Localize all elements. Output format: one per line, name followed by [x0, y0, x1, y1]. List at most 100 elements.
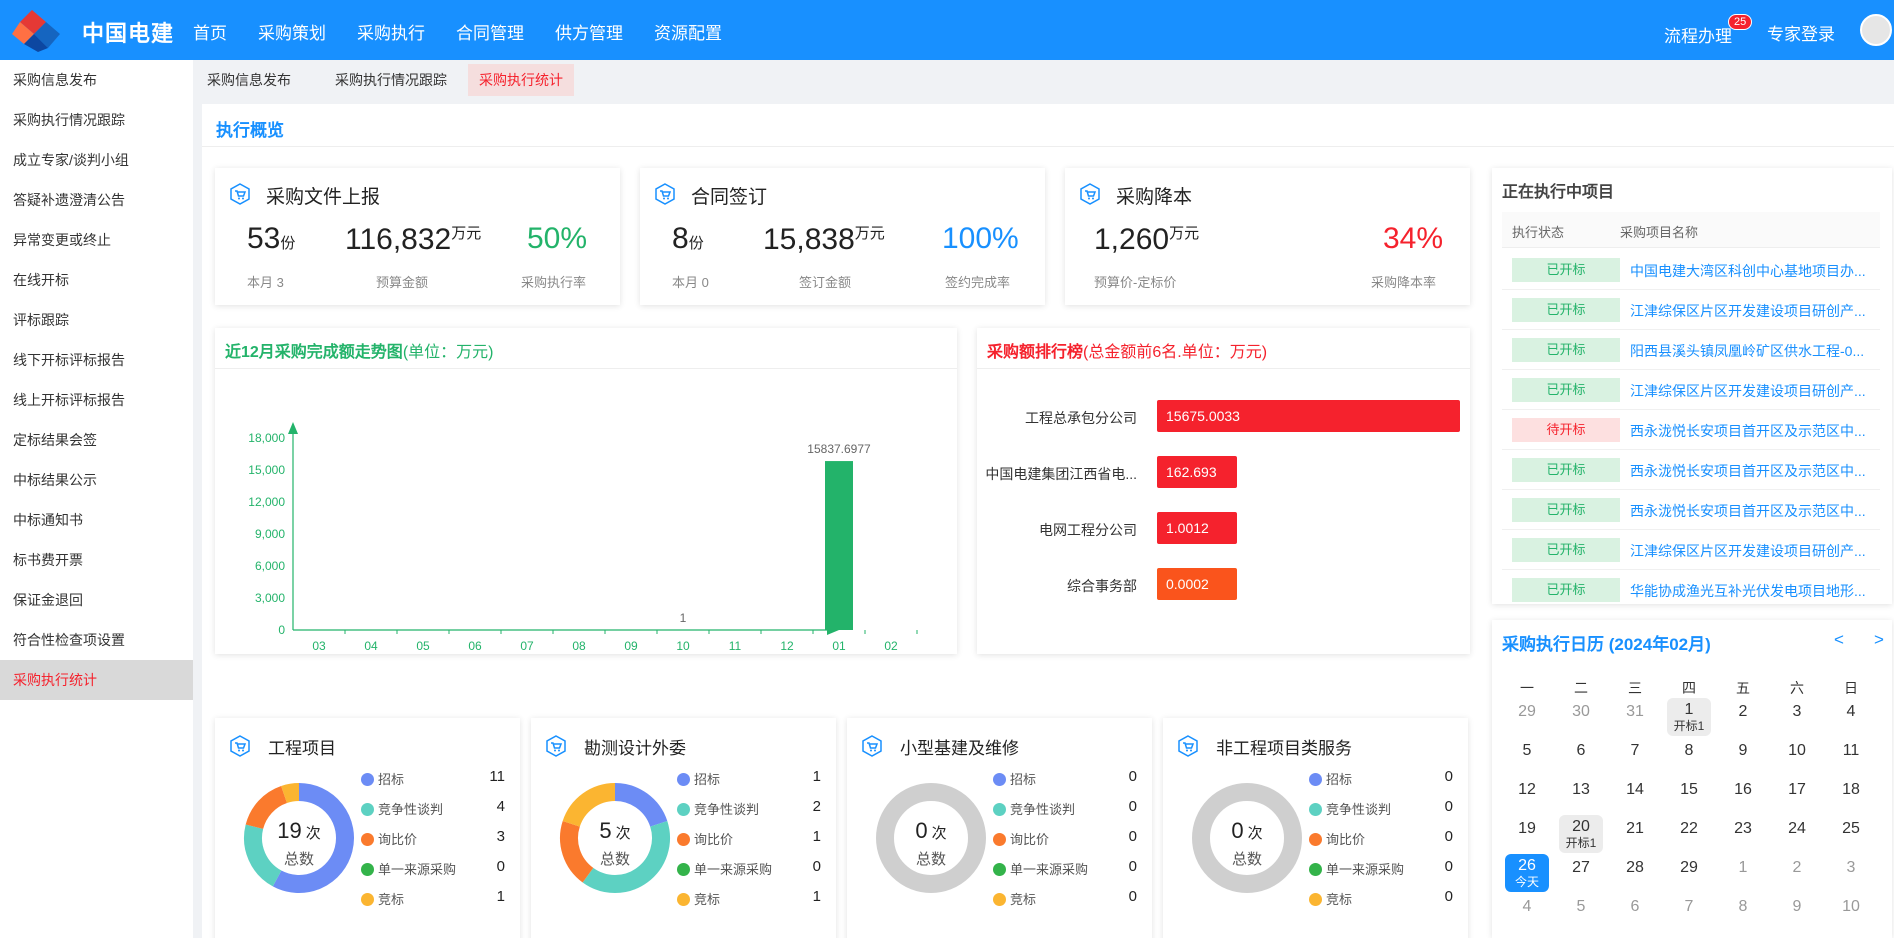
table-row[interactable]: 已开标 华能协成渔光互补光伏发电项目地形...: [1502, 570, 1880, 604]
calendar-day[interactable]: 10: [1775, 739, 1819, 775]
ranking-bar: 15675.0033: [1157, 400, 1460, 432]
nav-home[interactable]: 首页: [193, 19, 227, 44]
table-row[interactable]: 待开标 西永泷悦长安项目首开区及示范区中...: [1502, 410, 1880, 450]
calendar-day[interactable]: 15: [1667, 778, 1711, 814]
sidebar-item[interactable]: 采购执行情况跟踪: [0, 100, 193, 140]
calendar-day[interactable]: 6: [1559, 739, 1603, 775]
sidebar-item[interactable]: 成立专家/谈判小组: [0, 140, 193, 180]
table-row[interactable]: 已开标 阳西县溪头镇凤凰岭矿区供水工程-0...: [1502, 330, 1880, 370]
calendar-day[interactable]: 5: [1505, 739, 1549, 775]
calendar-day[interactable]: 18: [1829, 778, 1873, 814]
calendar-day[interactable]: 2: [1721, 700, 1765, 736]
sidebar-item[interactable]: 评标跟踪: [0, 300, 193, 340]
calendar-day[interactable]: 28: [1613, 856, 1657, 892]
calendar-day[interactable]: 7: [1613, 739, 1657, 775]
calendar-day[interactable]: 22: [1667, 817, 1711, 853]
x-tick-label: 05: [416, 639, 430, 653]
tab-info-publish[interactable]: 采购信息发布: [196, 64, 302, 96]
table-row[interactable]: 已开标 中国电建大湾区科创中心基地项目办...: [1502, 250, 1880, 290]
table-row[interactable]: 已开标 江津综保区片区开发建设项目研创产...: [1502, 290, 1880, 330]
calendar-day[interactable]: 5: [1559, 895, 1603, 931]
calendar-day[interactable]: 1 开标1: [1667, 698, 1711, 736]
avatar[interactable]: [1860, 14, 1892, 46]
nav-procurement-execution[interactable]: 采购执行: [357, 19, 425, 44]
calendar-day[interactable]: 21: [1613, 817, 1657, 853]
stat-amount: 1,260万元: [1094, 223, 1200, 256]
calendar-day[interactable]: 13: [1559, 778, 1603, 814]
calendar-day[interactable]: 2: [1775, 856, 1819, 892]
sidebar-item[interactable]: 标书费开票: [0, 540, 193, 580]
calendar-day[interactable]: 29: [1667, 856, 1711, 892]
calendar-day[interactable]: 17: [1775, 778, 1819, 814]
legend-label: 竞争性谈判: [378, 802, 444, 817]
calendar-day[interactable]: 30: [1559, 700, 1603, 736]
calendar-day[interactable]: 10: [1829, 895, 1873, 931]
expert-login-link[interactable]: 专家登录: [1767, 20, 1835, 45]
sidebar-item[interactable]: 采购执行统计: [0, 660, 193, 700]
legend-value: 0: [1444, 798, 1453, 815]
table-row[interactable]: 已开标 江津综保区片区开发建设项目研创产...: [1502, 530, 1880, 570]
calendar-day[interactable]: 6: [1613, 895, 1657, 931]
calendar-day[interactable]: 12: [1505, 778, 1549, 814]
sidebar-item[interactable]: 符合性检查项设置: [0, 620, 193, 660]
calendar-prev-button[interactable]: <: [1834, 630, 1844, 650]
ranking-bar: 162.693: [1157, 456, 1237, 488]
calendar-day[interactable]: 25: [1829, 817, 1873, 853]
calendar-day[interactable]: 1: [1721, 856, 1765, 892]
sidebar-item[interactable]: 线下开标评标报告: [0, 340, 193, 380]
calendar-day[interactable]: 9: [1775, 895, 1819, 931]
calendar-day-today[interactable]: 26 今天: [1505, 854, 1549, 892]
project-name-link[interactable]: 阳西县溪头镇凤凰岭矿区供水工程-0...: [1630, 341, 1875, 361]
calendar-day[interactable]: 31: [1613, 700, 1657, 736]
project-name-link[interactable]: 江津综保区片区开发建设项目研创产...: [1630, 301, 1875, 321]
sidebar-item[interactable]: 线上开标评标报告: [0, 380, 193, 420]
sidebar-item[interactable]: 答疑补遗澄清公告: [0, 180, 193, 220]
legend-dot: [993, 773, 1006, 786]
projects-panel: 正在执行中项目 执行状态 采购项目名称 已开标 中国电建大湾区科创中心基地项目办.…: [1492, 168, 1892, 604]
bar: [825, 461, 853, 630]
project-name-link[interactable]: 西永泷悦长安项目首开区及示范区中...: [1630, 501, 1875, 521]
project-name-link[interactable]: 西永泷悦长安项目首开区及示范区中...: [1630, 461, 1875, 481]
tab-execution-stats[interactable]: 采购执行统计: [468, 64, 574, 96]
table-row[interactable]: 已开标 西永泷悦长安项目首开区及示范区中...: [1502, 490, 1880, 530]
sidebar-item[interactable]: 异常变更或终止: [0, 220, 193, 260]
project-name-link[interactable]: 西永泷悦长安项目首开区及示范区中...: [1630, 421, 1875, 441]
project-name-link[interactable]: 华能协成渔光互补光伏发电项目地形...: [1630, 581, 1875, 601]
calendar-day[interactable]: 11: [1829, 739, 1873, 775]
calendar-day[interactable]: 9: [1721, 739, 1765, 775]
calendar-day[interactable]: 29: [1505, 700, 1549, 736]
table-row[interactable]: 已开标 江津综保区片区开发建设项目研创产...: [1502, 370, 1880, 410]
nav-procurement-planning[interactable]: 采购策划: [258, 19, 326, 44]
flow-link[interactable]: 流程办理: [1664, 22, 1732, 47]
project-name-link[interactable]: 江津综保区片区开发建设项目研创产...: [1630, 381, 1875, 401]
calendar-day[interactable]: 16: [1721, 778, 1765, 814]
sidebar-item[interactable]: 中标结果公示: [0, 460, 193, 500]
calendar-day[interactable]: 4: [1829, 700, 1873, 736]
calendar-day[interactable]: 20 开标1: [1559, 815, 1603, 853]
sidebar-item[interactable]: 保证金退回: [0, 580, 193, 620]
table-row[interactable]: 已开标 西永泷悦长安项目首开区及示范区中...: [1502, 450, 1880, 490]
calendar-day[interactable]: 8: [1721, 895, 1765, 931]
calendar-day[interactable]: 7: [1667, 895, 1711, 931]
calendar-day[interactable]: 24: [1775, 817, 1819, 853]
calendar-day[interactable]: 3: [1775, 700, 1819, 736]
sidebar-item[interactable]: 在线开标: [0, 260, 193, 300]
tab-execution-tracking[interactable]: 采购执行情况跟踪: [324, 64, 458, 96]
calendar-day[interactable]: 3: [1829, 856, 1873, 892]
sidebar-item[interactable]: 采购信息发布: [0, 60, 193, 100]
nav-resource-config[interactable]: 资源配置: [654, 19, 722, 44]
nav-contract-management[interactable]: 合同管理: [456, 19, 524, 44]
sidebar-item[interactable]: 定标结果会签: [0, 420, 193, 460]
sidebar-item[interactable]: 中标通知书: [0, 500, 193, 540]
calendar-day[interactable]: 4: [1505, 895, 1549, 931]
calendar-day[interactable]: 19: [1505, 817, 1549, 853]
calendar-day[interactable]: 27: [1559, 856, 1603, 892]
project-name-link[interactable]: 江津综保区片区开发建设项目研创产...: [1630, 541, 1875, 561]
calendar-day[interactable]: 23: [1721, 817, 1765, 853]
calendar-day[interactable]: 14: [1613, 778, 1657, 814]
project-name-link[interactable]: 中国电建大湾区科创中心基地项目办...: [1630, 261, 1875, 281]
legend-label: 招标: [1010, 772, 1037, 787]
nav-supplier-management[interactable]: 供方管理: [555, 19, 623, 44]
calendar-day[interactable]: 8: [1667, 739, 1711, 775]
calendar-next-button[interactable]: >: [1874, 630, 1884, 650]
